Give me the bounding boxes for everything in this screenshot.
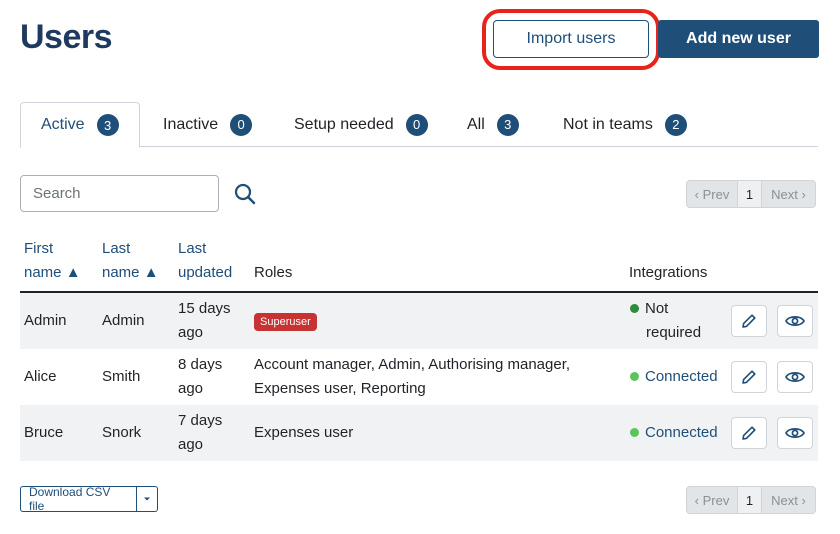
column-header-integrations: Integrations: [629, 264, 708, 281]
column-header-roles: Roles: [254, 264, 293, 281]
pencil-icon: [742, 370, 756, 384]
tab-count-badge: 3: [496, 113, 519, 136]
integration-cell: Connected: [630, 365, 718, 389]
roles-text: Expenses user, Reporting: [254, 380, 426, 397]
column-header-first-name[interactable]: First name ▲: [24, 237, 81, 285]
column-header-last-name[interactable]: Last name ▲: [102, 237, 159, 285]
superuser-badge: Superuser: [254, 313, 317, 331]
status-dot-icon: [630, 303, 639, 313]
last-name-cell: Snork: [102, 424, 142, 441]
table-row: Alice Smith 8 days ago Account manager, …: [20, 349, 818, 405]
integration-status[interactable]: Connected: [645, 368, 718, 385]
edit-user-button[interactable]: [731, 305, 767, 337]
last-updated-text: ago: [178, 436, 204, 453]
last-name-cell: Smith: [102, 368, 141, 385]
last-updated-text: ago: [178, 380, 204, 397]
first-name-cell: Alice: [24, 368, 57, 385]
view-user-button[interactable]: [777, 417, 813, 449]
tab-count-badge: 0: [405, 113, 428, 136]
column-header-text: name ▲: [102, 264, 159, 281]
last-updated-cell: 7 days ago: [178, 409, 222, 457]
tab-not-in-teams[interactable]: Not in teams 2: [563, 102, 687, 147]
prev-page-button[interactable]: ‹ Prev: [686, 486, 738, 514]
roles-cell: Account manager, Admin, Authorising mana…: [254, 353, 570, 401]
tab-count-badge: 3: [96, 114, 119, 136]
page-title: Users: [20, 18, 113, 56]
tab-count-badge: 2: [664, 113, 687, 136]
last-updated-cell: 8 days ago: [178, 353, 222, 401]
tab-count-badge: 0: [230, 113, 253, 136]
eye-icon: [785, 316, 805, 326]
column-header-text: First: [24, 240, 54, 257]
prev-page-button[interactable]: ‹ Prev: [686, 180, 738, 208]
next-page-button[interactable]: Next ›: [762, 180, 816, 208]
view-user-button[interactable]: [777, 361, 813, 393]
edit-user-button[interactable]: [731, 361, 767, 393]
last-updated-text: 7 days: [178, 412, 223, 429]
download-csv-button-group: Download CSV file: [20, 485, 158, 513]
column-header-last-updated[interactable]: Last updated: [178, 237, 232, 285]
roles-cell: Superuser: [254, 309, 317, 333]
search-input[interactable]: [20, 175, 219, 212]
tab-setup-needed[interactable]: Setup needed 0: [294, 102, 428, 147]
pencil-icon: [742, 426, 756, 440]
tab-label: Active: [41, 116, 85, 133]
pencil-icon: [742, 314, 756, 328]
add-new-user-button[interactable]: Add new user: [658, 20, 819, 58]
last-updated-text: 15 days: [178, 300, 231, 317]
integration-status[interactable]: Connected: [645, 424, 718, 441]
integration-status: required: [646, 324, 702, 341]
view-user-button[interactable]: [777, 305, 813, 337]
edit-user-button[interactable]: [731, 417, 767, 449]
first-name-cell: Bruce: [24, 424, 64, 441]
column-header-text: Last: [178, 240, 207, 257]
integration-cell: Connected: [630, 421, 718, 445]
table-row: Bruce Snork 7 days ago Expenses user Con…: [20, 405, 818, 461]
status-tabs: Active 3 Inactive 0 Setup needed 0 All 3…: [20, 102, 818, 148]
tab-label: Inactive: [163, 115, 219, 133]
tab-all[interactable]: All 3: [467, 102, 519, 147]
integration-status: Not: [645, 300, 669, 317]
pagination-bottom: ‹ Prev 1 Next ›: [686, 486, 816, 514]
search-icon[interactable]: [233, 182, 257, 206]
last-updated-text: ago: [178, 324, 204, 341]
page-number-button[interactable]: 1: [738, 486, 762, 514]
caret-down-icon: [144, 497, 150, 501]
next-page-button[interactable]: Next ›: [762, 486, 816, 514]
last-updated-cell: 15 days ago: [178, 297, 231, 345]
column-header-text: updated: [178, 264, 233, 281]
integration-cell: Not required: [630, 297, 701, 345]
tab-label: Not in teams: [563, 115, 653, 133]
page-number-button[interactable]: 1: [738, 180, 762, 208]
column-header-text: name ▲: [24, 264, 81, 281]
import-users-button[interactable]: Import users: [493, 20, 649, 58]
tab-label: All: [467, 115, 485, 133]
table-row: Admin Admin 15 days ago Superuser Not re…: [20, 293, 818, 349]
pagination-top: ‹ Prev 1 Next ›: [686, 180, 816, 208]
roles-text: Account manager, Admin, Authorising mana…: [254, 356, 571, 373]
eye-icon: [785, 428, 805, 438]
download-options-toggle[interactable]: [137, 486, 158, 512]
eye-icon: [785, 372, 805, 382]
first-name-cell: Admin: [24, 312, 67, 329]
last-name-cell: Admin: [102, 312, 145, 329]
status-dot-icon: [630, 427, 639, 437]
tab-inactive[interactable]: Inactive 0: [163, 102, 253, 147]
tab-label: Setup needed: [294, 115, 394, 133]
column-header-text: Last: [102, 240, 131, 257]
roles-cell: Expenses user: [254, 424, 354, 441]
status-dot-icon: [630, 371, 639, 381]
download-csv-button[interactable]: Download CSV file: [20, 485, 137, 513]
last-updated-text: 8 days: [178, 356, 223, 373]
tab-active[interactable]: Active 3: [20, 102, 140, 148]
